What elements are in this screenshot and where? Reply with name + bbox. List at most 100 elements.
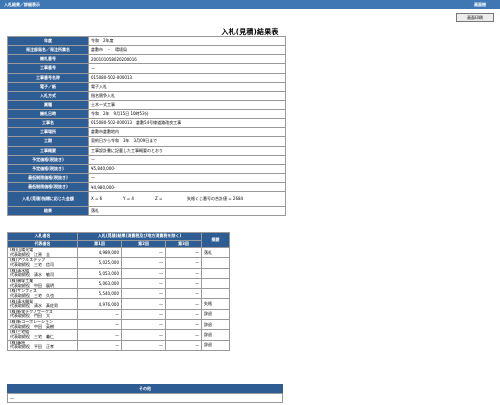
other-value: — <box>7 393 283 403</box>
bidder-cell: (株)清水組 代表取締役 清水 敏司 <box>7 267 78 279</box>
info-label: 開札番号 <box>7 54 89 65</box>
info-value: 土木一式工事 <box>88 99 286 111</box>
bidder-cell: (株)山陽光電 代表取締役 江原 圭 <box>7 246 78 259</box>
bid-round2: — <box>121 288 166 300</box>
bid-round1: — <box>77 319 122 331</box>
bid-remark: 失格 <box>201 298 230 310</box>
bid-round2: — <box>121 298 166 310</box>
info-label: 年度 <box>7 35 89 47</box>
print-button[interactable]: 画面印刷 <box>456 13 494 22</box>
bid-round3: — <box>165 288 202 300</box>
info-value: — <box>88 154 286 165</box>
info-row: 電子／紙 電子入札 <box>7 81 286 92</box>
info-label: 最低制限価格(税抜き) <box>7 181 89 193</box>
info-value: ¥4,980,000- <box>88 181 286 193</box>
bid-round3: — <box>165 319 202 331</box>
bid-round2: — <box>121 319 166 331</box>
info-row: 工事番号 — <box>7 63 286 74</box>
bid-round1: 4,989,000 <box>77 246 122 259</box>
bid-round1: 5,053,000 <box>77 267 122 279</box>
info-row: 開札日時 令和 2年 9月15日 10時53分 <box>7 108 286 120</box>
bidder-representative: 代表取締役 清水 敏司 <box>10 272 54 278</box>
header-company: 入札者名 <box>7 232 78 241</box>
info-value: 倉敷市倉敷地内 <box>88 127 286 138</box>
bid-round2: — <box>121 339 166 351</box>
bidder-representative: 代表取締役 三宅 久也 <box>10 292 54 298</box>
info-row: 予定価格(税抜き) — <box>7 154 286 165</box>
bid-row: (株)新栄テクノワークス 代表取締役 門田 大 — — — 辞退 <box>7 308 230 321</box>
info-label: 工事番号名称 <box>7 72 89 83</box>
info-row: 最低制限価格(税抜き) — <box>7 172 286 184</box>
info-value: 工事設計書に記載した工事概要のとおり <box>88 145 286 156</box>
info-value: 令和 2年 9月15日 10時53分 <box>88 108 286 120</box>
bid-round1: — <box>77 339 122 351</box>
info-row: 工期 契約日から令和 3年 3月09日まで <box>7 136 286 147</box>
info-row: 年度 令和 2年度 <box>7 35 286 47</box>
result-value: 落札 <box>88 206 286 217</box>
bid-round1: — <box>77 308 122 321</box>
bid-round2: — <box>121 246 166 259</box>
info-row: 工事場所 倉敷市倉敷地内 <box>7 127 286 138</box>
info-label: 工事概要 <box>7 145 89 156</box>
bid-row: (株)山陽光電 代表取締役 江原 圭 4,989,000— — 落札 <box>7 246 230 259</box>
bidder-representative: 代表取締役 三宅 義仁 <box>10 334 54 340</box>
bid-round3: — <box>165 298 202 310</box>
bidder-representative: 代表取締役 中田 英樹 <box>10 323 54 329</box>
info-value: 指名競争入札 <box>88 90 286 101</box>
bidder-representative: 代表取締役 門田 大 <box>10 313 50 319</box>
info-label: 工事場所 <box>7 127 89 138</box>
other-label: その他 <box>7 384 283 393</box>
info-label: 工期 <box>7 136 89 147</box>
bid-round1: 5,063,000 <box>77 277 122 290</box>
header-round2: 第2回 <box>121 239 166 248</box>
bid-round3: — <box>165 308 202 321</box>
header-rep: 代表者名 <box>7 239 78 248</box>
bid-round3: — <box>165 257 202 269</box>
header-group: 入札(見積)結果(消費税及び地方消費税を除く) <box>77 232 202 241</box>
formula-value: X = 6 Y = 4 Z = 失格くじ番号の合計値 = 2684 <box>88 191 286 208</box>
bid-round2: — <box>121 267 166 279</box>
bid-round3: — <box>165 246 202 259</box>
bid-round1: — <box>77 329 122 341</box>
window-title: 入札結果／詳細表示 <box>4 2 40 7</box>
bid-remark: 辞退 <box>201 329 230 341</box>
bid-remark: 落札 <box>201 246 230 259</box>
bid-row: (株)三宅組 代表取締役 三宅 義仁 — — — 辞退 <box>7 329 230 341</box>
bid-remark <box>201 257 230 269</box>
info-value: 電子入札 <box>88 81 286 92</box>
info-label: 発注部局名／発注所属名 <box>7 45 89 56</box>
bidder-cell: (株)新コーポレーション 代表取締役 中田 英樹 <box>7 319 78 331</box>
bids-table: 入札者名 入札(見積)結果(消費税及び地方消費税を除く) 摘要 代表者名 第1回… <box>7 232 230 351</box>
bid-round2: — <box>121 308 166 321</box>
bidder-representative: 代表取締役 江原 圭 <box>10 251 50 257</box>
bid-round1: 5,540,000 <box>77 288 122 300</box>
formula-x: X = 6 <box>91 196 103 202</box>
info-label: 予定価格(税抜き) <box>7 163 89 174</box>
info-label: 電子／紙 <box>7 81 89 92</box>
bid-row: (株)清水組 代表取締役 清水 敏司 5,053,000— — <box>7 267 230 279</box>
bid-row: (株)新コーポレーション 代表取締役 中田 英樹 — — — 辞退 <box>7 319 230 331</box>
bid-round2: — <box>121 277 166 290</box>
bid-round3: — <box>165 277 202 290</box>
bid-remark: 辞退 <box>201 308 230 321</box>
bid-row: (株)サンフィス 代表取締役 三宅 久也 5,540,000— — <box>7 288 230 300</box>
bidder-representative: 代表取締役 清水 真佐男 <box>10 303 58 309</box>
bid-round3: — <box>165 267 202 279</box>
info-value: — <box>88 63 286 74</box>
close-link[interactable]: 画面閉 <box>474 2 486 8</box>
header-round1: 第1回 <box>77 239 122 248</box>
info-label: 工事番号 <box>7 63 89 74</box>
info-row: 業種 土木一式工事 <box>7 99 286 111</box>
formula-note: 失格くじ番号の合計値 = 2684 <box>187 196 244 202</box>
bid-round2: — <box>121 329 166 341</box>
info-label: 業種 <box>7 99 89 111</box>
info-label: 予定価格(税抜き) <box>7 154 89 165</box>
info-value: 015080-502-000013 倉敷54号線道路改良工事 <box>88 118 286 129</box>
header-remark: 摘要 <box>201 232 230 248</box>
bid-round3: — <box>165 339 202 351</box>
info-row: 開札番号 200101058020200016 <box>7 54 286 65</box>
formula-z: Z = <box>155 196 163 202</box>
info-row: 工事概要 工事設計書に記載した工事概要のとおり <box>7 145 286 156</box>
info-row: 最低制限価格(税抜き) ¥4,980,000- <box>7 181 286 193</box>
info-row: 予定価格(税抜き) ¥5,840,000- <box>7 163 286 174</box>
